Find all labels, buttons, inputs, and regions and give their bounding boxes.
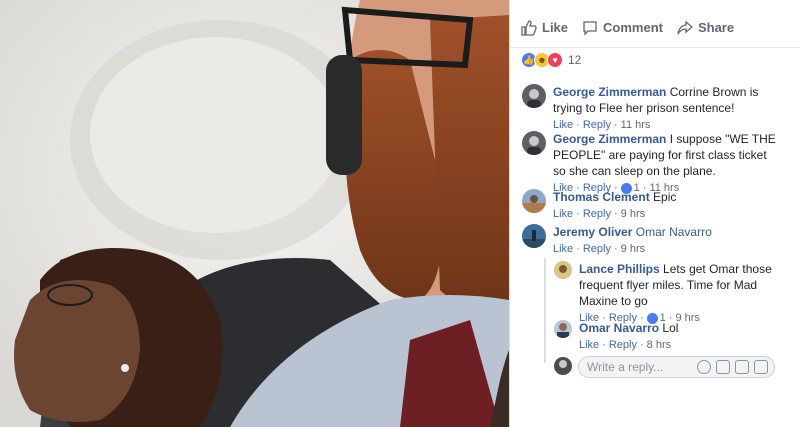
share-icon	[677, 20, 693, 34]
share-label: Share	[697, 20, 735, 35]
thumbs-up-icon	[521, 19, 537, 36]
avatar[interactable]	[522, 224, 546, 248]
avatar[interactable]	[522, 84, 546, 108]
gif-icon[interactable]	[735, 360, 749, 374]
reply-meta: Like · Reply · 8 hrs	[579, 337, 672, 353]
comment-like-link[interactable]: Like	[553, 241, 573, 257]
reply: Omar Navarro Lol Like · Reply · 8 hrs	[554, 320, 784, 353]
post-photo[interactable]	[0, 0, 509, 427]
comment-author[interactable]: Thomas Clement	[553, 190, 650, 204]
reply-text: Lol	[662, 321, 679, 335]
avatar-image	[554, 261, 572, 279]
tagged-user-link[interactable]: Omar Navarro	[636, 225, 712, 239]
like-button[interactable]: Like	[521, 19, 569, 36]
comment-reply-link[interactable]: Reply	[583, 206, 611, 222]
reply-reply-link[interactable]: Reply	[609, 337, 637, 353]
comment: George Zimmerman I suppose "WE THE PEOPL…	[522, 131, 782, 196]
avatar-image	[522, 131, 546, 155]
avatar[interactable]	[554, 261, 572, 279]
comment-time[interactable]: 9 hrs	[621, 206, 645, 222]
current-user-avatar[interactable]	[554, 357, 572, 375]
comment-author[interactable]: George Zimmerman	[553, 85, 666, 99]
share-button[interactable]: Share	[677, 20, 734, 36]
comment: Jeremy Oliver Omar Navarro Like · Reply · …	[522, 224, 782, 257]
comment-button[interactable]: Comment	[582, 20, 663, 36]
comment-reply-link[interactable]: Reply	[583, 241, 611, 257]
avatar-image	[522, 224, 546, 248]
emoji-icon[interactable]	[697, 360, 711, 374]
reply-tools	[692, 360, 768, 374]
sticker-icon[interactable]	[754, 360, 768, 374]
avatar[interactable]	[522, 131, 546, 155]
comment-time[interactable]: 9 hrs	[621, 241, 645, 257]
reactions-summary[interactable]: 👍 ☻ ♥ 12	[521, 52, 581, 68]
reply: Lance Phillips Lets get Omar those frequ…	[554, 261, 784, 326]
reply-time[interactable]: 8 hrs	[647, 337, 671, 353]
reply-author[interactable]: Lance Phillips	[579, 262, 660, 276]
comment-label: Comment	[603, 20, 663, 35]
love-reaction-icon: ♥	[547, 52, 563, 68]
avatar[interactable]	[554, 320, 572, 338]
comment-meta: Like · Reply · 9 hrs	[553, 241, 646, 257]
avatar-image	[522, 84, 546, 108]
avatar-image	[554, 357, 572, 375]
like-label: Like	[542, 20, 569, 35]
comment-text: Epic	[653, 190, 677, 204]
avatar-image	[522, 189, 546, 213]
comment: Thomas Clement Epic Like · Reply · 9 hrs	[522, 189, 782, 222]
photo-illustration	[0, 0, 509, 427]
comment-icon	[583, 20, 597, 36]
reply-author[interactable]: Omar Navarro	[579, 321, 659, 335]
comment: George Zimmerman Corrine Brown is trying…	[522, 84, 782, 133]
comment-author[interactable]: Jeremy Oliver	[553, 225, 632, 239]
comment-author[interactable]: George Zimmerman	[553, 132, 666, 146]
comment-like-link[interactable]: Like	[553, 206, 573, 222]
reply-placeholder: Write a reply...	[587, 360, 664, 374]
reaction-count: 12	[568, 53, 582, 67]
avatar[interactable]	[522, 189, 546, 213]
avatar-image	[554, 320, 572, 338]
reply-thread-line	[544, 258, 546, 363]
camera-icon[interactable]	[716, 360, 730, 374]
comment-meta: Like · Reply · 9 hrs	[553, 206, 646, 222]
reply-like-link[interactable]: Like	[579, 337, 599, 353]
reply-input[interactable]: Write a reply...	[578, 356, 775, 378]
action-bar: Like Comment Share	[510, 8, 800, 48]
